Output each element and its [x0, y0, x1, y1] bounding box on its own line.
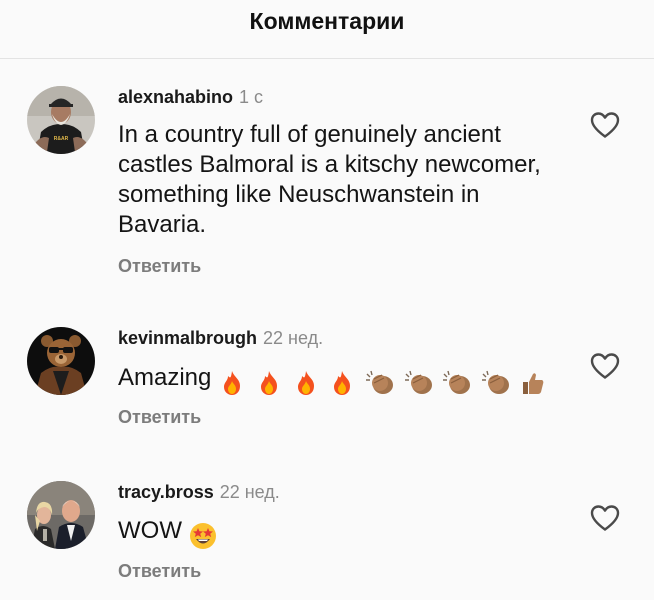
reply-button[interactable]: Ответить — [118, 256, 201, 277]
comment-text: Amazing — [118, 363, 598, 397]
avatar[interactable] — [27, 327, 95, 395]
emoji-row — [217, 367, 546, 397]
comment-time: 22 нед. — [219, 482, 280, 502]
fire-icon — [261, 370, 278, 395]
clapping-hands-icon — [443, 370, 471, 394]
comment-text-content: Amazing — [118, 364, 212, 391]
star-struck-icon — [189, 522, 216, 549]
like-button[interactable] — [590, 352, 620, 380]
heart-icon — [590, 505, 620, 531]
like-button[interactable] — [590, 111, 620, 139]
comment-text: WOW — [118, 516, 568, 551]
clapping-hands-icon — [482, 370, 510, 394]
like-button[interactable] — [590, 504, 620, 532]
comment-username[interactable]: tracy.bross — [118, 482, 214, 502]
clapping-hands-icon — [366, 370, 394, 394]
comment-time: 1 с — [239, 87, 264, 107]
heart-icon — [590, 353, 620, 379]
comments-sheet: Комментарии R&AR alexnahabino 1 с In a c… — [0, 0, 654, 600]
comment-time: 22 нед. — [263, 328, 324, 348]
page-title: Комментарии — [249, 8, 405, 34]
comment-text-content: WOW — [118, 517, 182, 544]
comments-header: Комментарии — [0, 0, 654, 59]
fire-icon — [224, 370, 241, 395]
clapping-hands-icon — [404, 370, 432, 394]
comment-username[interactable]: kevinmalbrough — [118, 328, 257, 348]
comment-meta: kevinmalbrough 22 нед. — [118, 328, 323, 349]
avatar-shirt-text: R&AR — [54, 136, 69, 142]
thumbs-up-icon — [522, 372, 544, 394]
avatar[interactable] — [27, 481, 95, 549]
heart-icon — [590, 112, 620, 138]
reply-button[interactable]: Ответить — [118, 561, 201, 582]
fire-icon — [334, 370, 351, 395]
comment-username[interactable]: alexnahabino — [118, 87, 233, 107]
comment-meta: alexnahabino 1 с — [118, 87, 263, 108]
comment-meta: tracy.bross 22 нед. — [118, 482, 280, 503]
avatar[interactable]: R&AR — [27, 86, 95, 154]
fire-icon — [297, 370, 314, 395]
emoji-row — [188, 520, 218, 551]
comment-text: In a country full of genuinely ancient c… — [118, 121, 541, 238]
reply-button[interactable]: Ответить — [118, 407, 201, 428]
